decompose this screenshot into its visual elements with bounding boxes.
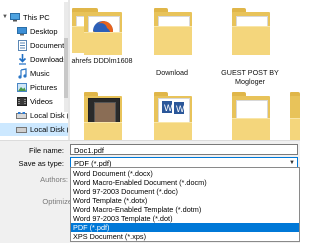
sidebar-item-label: Videos: [30, 97, 53, 106]
file-tile[interactable]: W W: [140, 88, 204, 140]
optimize-label: Optimize: [42, 197, 72, 206]
file-tile[interactable]: GUEST POST BY Mogloger: [218, 2, 282, 86]
file-list-pane: ahrefs DDDlm1608 Download GUEST POST BY …: [70, 0, 300, 140]
file-tile[interactable]: [70, 88, 134, 140]
authors-label: Authors:: [40, 175, 68, 184]
sidebar-item-documents[interactable]: Documents: [0, 39, 70, 52]
save-type-option[interactable]: Word Document (*.docx): [71, 169, 299, 178]
word-doc-icon: W W: [162, 101, 184, 114]
videos-icon: [17, 97, 27, 106]
downloads-icon: [18, 54, 27, 65]
save-type-option[interactable]: Word Template (*.dotx): [71, 196, 299, 205]
drive-icon: [16, 127, 27, 133]
save-type-option[interactable]: XPS Document (*.xps): [71, 232, 299, 241]
sidebar-item-this-pc[interactable]: ▼ This PC: [0, 11, 70, 24]
save-type-option[interactable]: Word 97-2003 Document (*.doc): [71, 187, 299, 196]
file-tile[interactable]: Download: [140, 2, 204, 77]
sidebar-item-label: Local Disk (D: [30, 125, 70, 134]
save-type-option[interactable]: Word Macro-Enabled Document (*.docm): [71, 178, 299, 187]
sidebar-item-label: Desktop: [30, 27, 58, 36]
sidebar-item-downloads[interactable]: Downloads: [0, 53, 70, 66]
file-tile[interactable]: [286, 88, 300, 140]
desktop-icon: [17, 27, 27, 36]
sidebar-item-label: Pictures: [30, 83, 58, 92]
save-type-option[interactable]: Word 97-2003 Template (*.dot): [71, 214, 299, 223]
sidebar-item-desktop[interactable]: Desktop: [0, 25, 70, 38]
svg-text:W: W: [164, 103, 173, 113]
save-type-option-selected[interactable]: PDF (*.pdf): [71, 223, 299, 232]
save-as-type-label: Save as type:: [18, 159, 64, 168]
pictures-icon: [17, 83, 27, 92]
sidebar-item-music[interactable]: Music: [0, 67, 70, 80]
save-type-option[interactable]: Word Macro-Enabled Template (*.dotm): [71, 205, 299, 214]
file-tile[interactable]: [218, 88, 282, 140]
sidebar-item-local-disk-d[interactable]: Local Disk (D: [0, 123, 70, 136]
sidebar-item-label: Documents: [30, 41, 68, 50]
sidebar-item-local-disk-c[interactable]: Local Disk (C: [0, 109, 70, 122]
chevron-down-icon[interactable]: ▼: [2, 11, 8, 24]
sidebar-item-label: This PC: [23, 13, 50, 22]
drive-icon: [16, 112, 27, 119]
sidebar-item-videos[interactable]: Videos: [0, 95, 70, 108]
documents-icon: [18, 40, 27, 51]
svg-text:W: W: [176, 104, 184, 114]
file-caption: GUEST POST BY Mogloger: [221, 68, 279, 86]
file-name-label: File name:: [28, 146, 64, 155]
save-as-type-dropdown-list[interactable]: Word Document (*.docx) Word Macro-Enable…: [70, 167, 300, 242]
sidebar-item-pictures[interactable]: Pictures: [0, 81, 70, 94]
file-caption: Download: [156, 68, 188, 77]
sidebar-item-label: Downloads: [30, 55, 68, 64]
navigation-pane: ▼ This PC Desktop Documents Downloads Mu…: [0, 0, 70, 140]
music-icon: [18, 68, 27, 79]
file-tile[interactable]: ahrefs DDDlm1608: [70, 2, 134, 72]
file-name-input[interactable]: Doc1.pdf: [70, 144, 298, 155]
file-caption: ahrefs DDDlm1608: [71, 56, 133, 65]
sidebar-item-label: Music: [30, 69, 50, 78]
pc-icon: [10, 13, 20, 22]
